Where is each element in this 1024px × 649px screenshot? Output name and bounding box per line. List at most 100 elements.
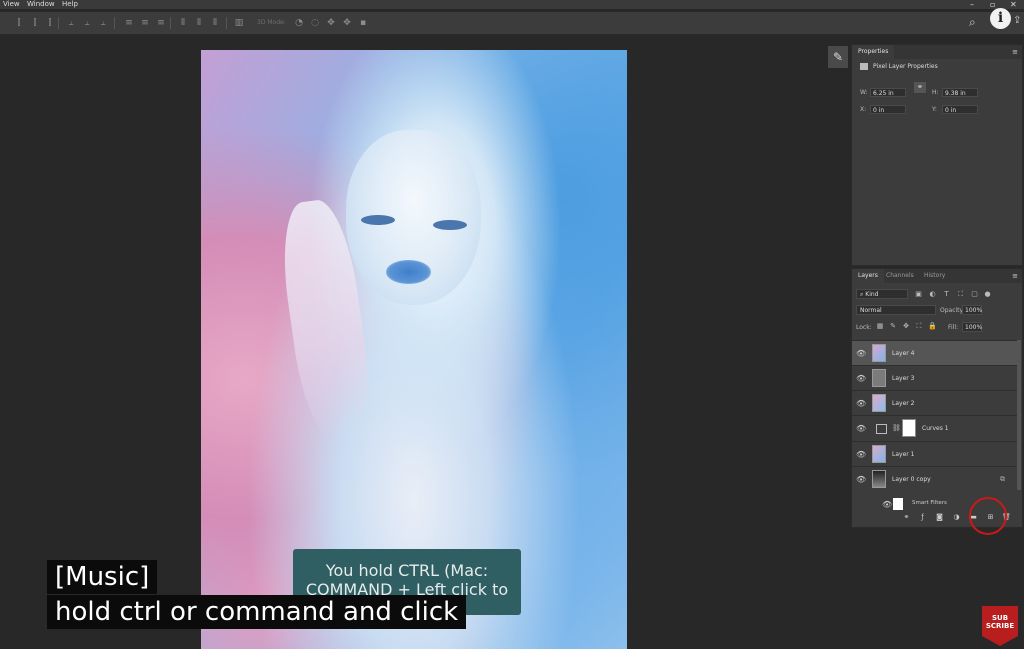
options-bar: ⫿ ⫿ ⫿ ⫠ ⫠ ⫠ ≡ ≡ ≡ ⫴ ⫴ ⫴ ▥ 3D Mode: ◔ ◌ ✥… [0,12,1024,35]
search-icon[interactable]: ⌕ [969,15,976,30]
height-label: H: [932,89,939,96]
link-dimensions-icon[interactable]: ⚭ [914,82,926,93]
menu-window[interactable]: Window [27,0,55,9]
panel-menu-icon[interactable]: ≡ [1012,45,1018,59]
visibility-eye-icon[interactable]: 👁 [882,500,892,509]
close-icon[interactable]: ✕ [1010,0,1017,9]
3d-scale-icon[interactable]: ▪ [358,18,368,28]
menu-help[interactable]: Help [62,0,78,9]
filter-shape-icon[interactable]: ⛶ [956,290,965,299]
filter-adjustment-icon[interactable]: ◐ [928,290,937,299]
width-label: W: [860,89,868,96]
distribute-bottom-icon[interactable]: ≡ [156,18,166,28]
minimize-icon[interactable]: – [970,0,974,9]
layer-mask-thumbnail [902,419,916,437]
layers-menu-icon[interactable]: ≡ [1012,269,1018,283]
layer-name: Layer 2 [892,400,915,407]
x-field[interactable]: 0 in [870,105,906,114]
distribute-right-icon[interactable]: ⫴ [210,18,220,28]
tooltip-line-1: You hold CTRL (Mac: [325,561,489,580]
restore-icon[interactable]: ▫ [990,0,995,9]
layers-scrollbar[interactable] [1017,340,1021,490]
lock-transparency-icon[interactable]: ▦ [876,322,884,330]
tab-properties[interactable]: Properties [852,45,895,59]
smart-object-icon: ⧉ [1000,475,1005,483]
layers-panel: Layers Channels History ≡ ⌕ Kind ▣ ◐ T ⛶… [851,268,1023,528]
filter-pixel-icon[interactable]: ▣ [914,290,923,299]
share-icon[interactable]: ⇪ [1013,15,1021,26]
tab-channels[interactable]: Channels [880,269,920,283]
opacity-field[interactable]: 100% [962,305,982,315]
lock-label: Lock: [856,324,872,331]
mask-link-icon[interactable]: ⛓ [892,424,901,432]
layer-row-layer-1[interactable]: 👁 Layer 1 [852,441,1017,466]
distribute-vcenter-icon[interactable]: ≡ [140,18,150,28]
visibility-eye-icon[interactable]: 👁 [856,374,866,383]
distribute-hcenter-icon[interactable]: ⫴ [194,18,204,28]
properties-panel: Properties ≡ Pixel Layer Properties W: 6… [851,44,1023,266]
align-left-icon[interactable]: ⫿ [14,18,24,28]
visibility-eye-icon[interactable]: 👁 [856,450,866,459]
layer-name: Layer 0 copy [892,476,931,483]
width-field[interactable]: 6.25 in [870,88,906,97]
link-layers-icon[interactable]: ⚭ [902,513,911,522]
filter-type-icon[interactable]: T [942,290,951,299]
align-vcenter-icon[interactable]: ⫠ [82,18,92,28]
add-mask-icon[interactable]: ◙ [935,513,944,522]
align-hcenter-icon[interactable]: ⫿ [30,18,40,28]
opacity-label: Opacity: [940,307,965,314]
3d-roll-icon[interactable]: ◌ [310,18,320,28]
height-field[interactable]: 9.38 in [942,88,978,97]
subscribe-badge[interactable]: SUB SCRIBE [982,606,1018,646]
layer-row-layer-3[interactable]: 👁 Layer 3 [852,365,1017,390]
subtitle-line-1: [Music] [47,560,158,594]
lock-image-icon[interactable]: ✎ [889,322,897,330]
distribute-top-icon[interactable]: ≡ [124,18,134,28]
layer-thumbnail [872,445,886,463]
y-field[interactable]: 0 in [942,105,978,114]
filter-toggle-icon[interactable]: ● [983,290,992,299]
3d-mode-label: 3D Mode: [257,19,286,26]
layer-name: Layer 4 [892,350,915,357]
fill-field[interactable]: 100% [962,322,982,332]
layer-row-curves-1[interactable]: 👁 ⛓ Curves 1 [852,415,1017,440]
subscribe-line-1: SUB [991,614,1009,622]
auto-align-icon[interactable]: ▥ [234,18,244,28]
menu-view[interactable]: View [3,0,20,9]
layer-row-layer-4[interactable]: 👁 Layer 4 [852,340,1017,365]
align-right-icon[interactable]: ⫿ [45,18,55,28]
align-bottom-icon[interactable]: ⫠ [98,18,108,28]
add-style-icon[interactable]: ƒ [918,513,927,522]
visibility-eye-icon[interactable]: 👁 [856,424,866,433]
visibility-eye-icon[interactable]: 👁 [856,349,866,358]
3d-orbit-icon[interactable]: ◔ [294,18,304,28]
info-icon[interactable]: i [990,8,1011,29]
layer-row-layer-0-copy[interactable]: 👁 Layer 0 copy ⧉ [852,466,1017,491]
3d-pan-icon[interactable]: ✥ [326,18,336,28]
lock-artboard-icon[interactable]: ⛶ [915,322,923,330]
blend-mode-select[interactable]: Normal [856,305,936,315]
filter-smart-object-icon[interactable]: ▢ [970,290,979,299]
smart-filters-label: Smart Filters [912,500,947,506]
visibility-eye-icon[interactable]: 👁 [856,475,866,484]
smart-filter-mask-thumbnail [893,498,903,510]
tab-history[interactable]: History [918,269,951,283]
highlight-circle [969,497,1007,535]
properties-panel-header: Properties ≡ [852,45,1022,59]
artwork-eye-left [361,215,395,225]
y-label: Y: [932,106,937,113]
artwork-eye-right [433,220,467,230]
align-top-icon[interactable]: ⫠ [66,18,76,28]
layer-row-layer-2[interactable]: 👁 Layer 2 [852,390,1017,415]
layer-name: Curves 1 [922,425,949,432]
visibility-eye-icon[interactable]: 👁 [856,399,866,408]
distribute-left-icon[interactable]: ⫴ [178,18,188,28]
lock-all-icon[interactable]: 🔒 [928,322,937,330]
layer-name: Layer 3 [892,375,915,382]
kind-filter-select[interactable]: ⌕ Kind [856,289,908,299]
history-brush-dock-icon[interactable]: ✎ [828,46,848,68]
3d-slide-icon[interactable]: ✥ [342,18,352,28]
new-adjustment-icon[interactable]: ◑ [952,513,961,522]
curves-adjustment-icon [876,424,887,434]
lock-position-icon[interactable]: ✥ [902,322,910,330]
